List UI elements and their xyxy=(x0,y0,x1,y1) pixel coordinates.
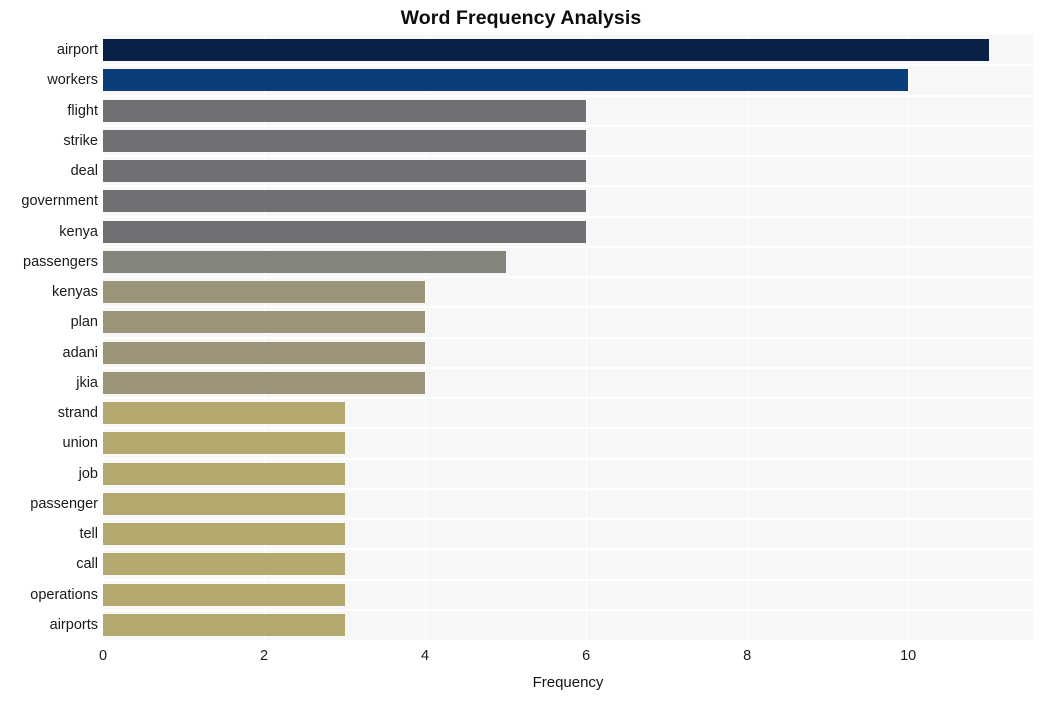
bar xyxy=(103,371,426,394)
gridline-horizontal xyxy=(103,578,1033,581)
y-tick-label: plan xyxy=(70,314,98,331)
y-tick-label: union xyxy=(62,435,98,452)
gridline-horizontal xyxy=(103,215,1033,218)
bar xyxy=(103,613,345,636)
gridline-horizontal xyxy=(103,487,1033,490)
bar xyxy=(103,160,587,183)
bar xyxy=(103,69,909,92)
y-tick-label: airport xyxy=(56,42,98,59)
gridline-horizontal xyxy=(103,548,1033,551)
bar xyxy=(103,220,587,243)
bar xyxy=(103,432,345,455)
y-tick-label: jkia xyxy=(76,374,98,391)
y-tick-label: deal xyxy=(70,163,98,180)
y-tick-label: flight xyxy=(67,102,98,119)
plot-area xyxy=(103,35,1033,640)
x-axis-label: Frequency xyxy=(532,674,604,691)
bar xyxy=(103,462,345,485)
bar xyxy=(103,341,426,364)
gridline-horizontal xyxy=(103,185,1033,188)
y-tick-label: kenyas xyxy=(52,284,98,301)
y-tick-label: strike xyxy=(63,132,98,149)
bar xyxy=(103,99,587,122)
y-tick-label: passengers xyxy=(23,253,98,270)
x-tick-label: 10 xyxy=(900,648,917,664)
y-tick-label: strand xyxy=(57,405,98,422)
x-tick-label: 0 xyxy=(98,648,108,664)
y-tick-label: airports xyxy=(49,616,98,633)
x-tick-label: 4 xyxy=(421,648,430,664)
gridline-horizontal xyxy=(103,608,1033,611)
bar xyxy=(103,402,345,425)
y-tick-label: job xyxy=(78,465,98,482)
gridline-horizontal xyxy=(103,94,1033,97)
gridline-horizontal xyxy=(103,518,1033,520)
gridline-horizontal xyxy=(103,457,1033,460)
bar xyxy=(103,281,426,304)
y-tick-label: government xyxy=(21,193,98,210)
bar xyxy=(103,583,345,606)
bar xyxy=(103,311,426,334)
gridline-horizontal xyxy=(103,306,1033,309)
y-tick-label: call xyxy=(76,556,98,573)
bar xyxy=(103,39,989,62)
gridline-horizontal xyxy=(103,336,1033,339)
bar xyxy=(103,250,506,273)
x-tick-label: 2 xyxy=(259,648,269,664)
bar xyxy=(103,492,345,515)
bar xyxy=(103,523,345,546)
gridline-horizontal xyxy=(103,245,1033,248)
x-tick-label: 6 xyxy=(582,648,591,664)
chart-title: Word Frequency Analysis xyxy=(400,7,642,29)
gridline-horizontal xyxy=(103,397,1033,399)
y-tick-label: passenger xyxy=(30,495,98,512)
word-frequency-chart: Word Frequency Analysis airport workers fl… xyxy=(0,0,1042,701)
y-tick-label: kenya xyxy=(59,223,98,240)
x-tick-label: 8 xyxy=(743,648,752,664)
gridline-horizontal xyxy=(103,155,1033,157)
gridline-horizontal xyxy=(103,366,1033,369)
gridline-horizontal xyxy=(103,124,1033,127)
bar xyxy=(103,553,345,576)
gridline-horizontal xyxy=(103,64,1033,67)
y-tick-label: tell xyxy=(79,526,98,543)
gridline-horizontal xyxy=(103,276,1033,278)
bar xyxy=(103,129,587,152)
gridline-horizontal xyxy=(103,427,1033,430)
y-tick-label: operations xyxy=(30,586,98,603)
bar xyxy=(103,190,587,213)
y-tick-label: workers xyxy=(47,72,98,89)
y-tick-label: adani xyxy=(62,344,98,361)
